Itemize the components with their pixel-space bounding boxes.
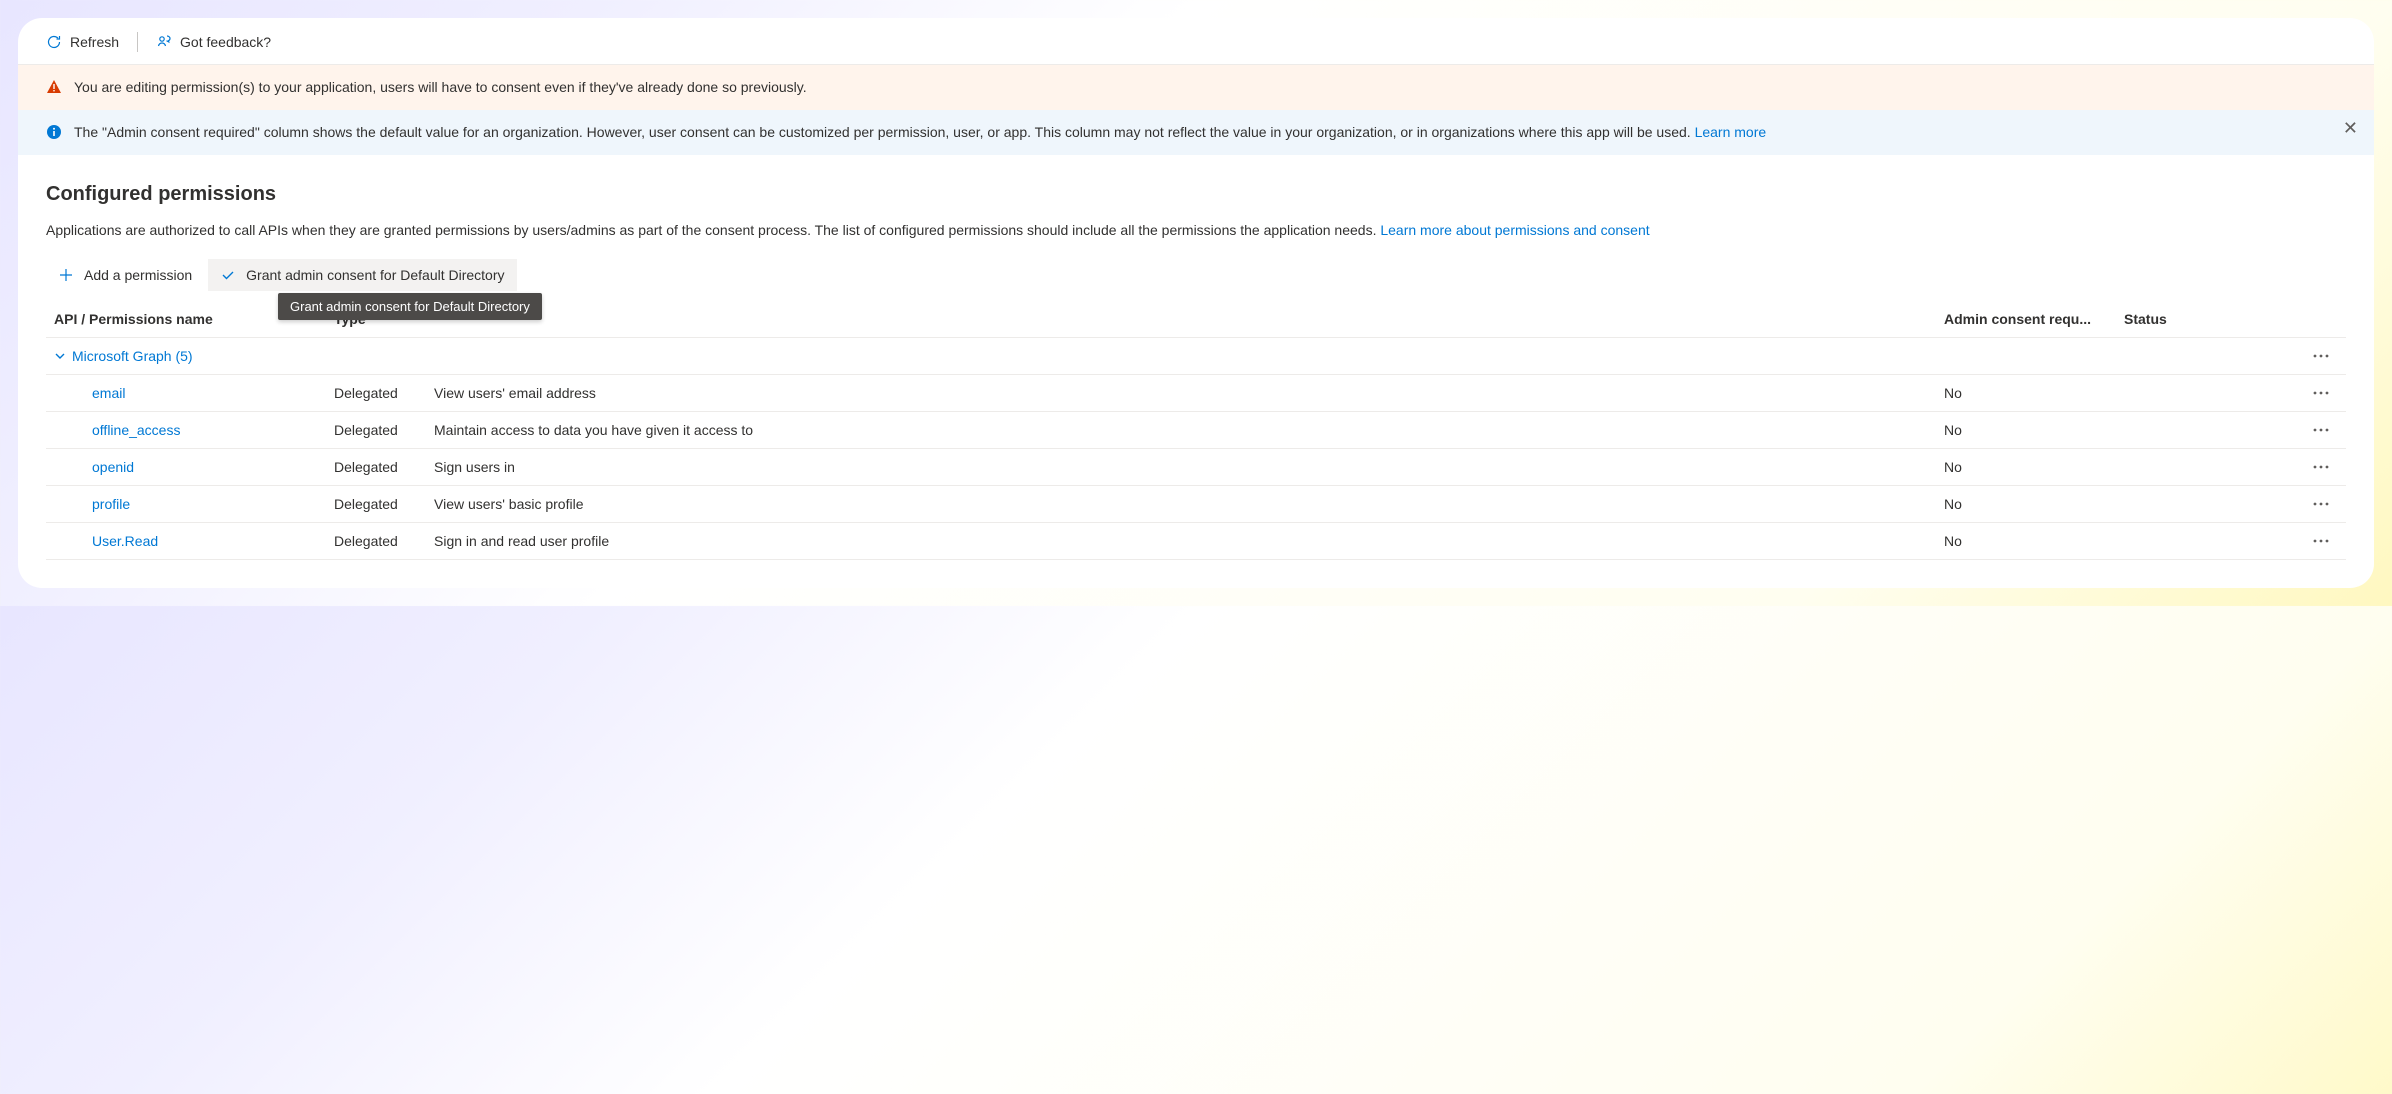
close-icon[interactable]: ✕: [2343, 118, 2358, 139]
info-icon: [46, 124, 62, 140]
refresh-label: Refresh: [70, 34, 119, 50]
permission-name-link[interactable]: profile: [54, 496, 130, 512]
row-more-button[interactable]: [2304, 459, 2338, 475]
permission-description: Sign users in: [426, 449, 1936, 486]
table-row: profile Delegated View users' basic prof…: [46, 486, 2346, 523]
permission-type: Delegated: [326, 449, 426, 486]
permission-admin-consent: No: [1936, 375, 2116, 412]
section-description: Applications are authorized to call APIs…: [46, 220, 2346, 241]
row-more-button[interactable]: [2304, 385, 2338, 401]
warning-banner: You are editing permission(s) to your ap…: [18, 65, 2374, 110]
table-row: openid Delegated Sign users in No: [46, 449, 2346, 486]
permission-name-link[interactable]: User.Read: [54, 533, 158, 549]
warning-text: You are editing permission(s) to your ap…: [74, 77, 2346, 98]
permission-name-link[interactable]: email: [54, 385, 125, 401]
grant-consent-tooltip: Grant admin consent for Default Director…: [278, 293, 542, 320]
api-group-toggle[interactable]: Microsoft Graph (5): [54, 348, 2288, 364]
permission-status: [2116, 375, 2296, 412]
permission-status: [2116, 449, 2296, 486]
permission-type: Delegated: [326, 486, 426, 523]
permission-name-link[interactable]: openid: [54, 459, 134, 475]
feedback-label: Got feedback?: [180, 34, 271, 50]
permission-admin-consent: No: [1936, 412, 2116, 449]
plus-icon: [58, 267, 74, 283]
permissions-panel: Refresh Got feedback? You are editing pe…: [18, 18, 2374, 588]
ellipsis-icon: [2311, 459, 2331, 475]
toolbar-divider: [137, 32, 138, 52]
table-row: offline_access Delegated Maintain access…: [46, 412, 2346, 449]
refresh-button[interactable]: Refresh: [46, 34, 119, 50]
table-row: User.Read Delegated Sign in and read use…: [46, 523, 2346, 560]
info-text-body: The "Admin consent required" column show…: [74, 124, 1695, 140]
row-more-button[interactable]: [2304, 533, 2338, 549]
action-row: Add a permission Grant admin consent for…: [46, 259, 2346, 291]
permission-type: Delegated: [326, 412, 426, 449]
permission-description: Maintain access to data you have given i…: [426, 412, 1936, 449]
info-learn-more-link[interactable]: Learn more: [1695, 124, 1767, 140]
api-group-row: Microsoft Graph (5): [46, 338, 2346, 375]
table-row: email Delegated View users' email addres…: [46, 375, 2346, 412]
permission-admin-consent: No: [1936, 523, 2116, 560]
permission-status: [2116, 486, 2296, 523]
toolbar: Refresh Got feedback?: [18, 18, 2374, 65]
permission-name-link[interactable]: offline_access: [54, 422, 180, 438]
col-header-description[interactable]: [426, 301, 1936, 338]
info-banner: The "Admin consent required" column show…: [18, 110, 2374, 155]
add-permission-button[interactable]: Add a permission: [46, 259, 204, 291]
chevron-down-icon: [54, 350, 66, 362]
feedback-button[interactable]: Got feedback?: [156, 34, 271, 50]
permission-status: [2116, 412, 2296, 449]
check-icon: [220, 267, 236, 283]
api-group-label: Microsoft Graph (5): [72, 348, 193, 364]
feedback-icon: [156, 34, 172, 50]
permission-status: [2116, 523, 2296, 560]
row-more-button[interactable]: [2304, 496, 2338, 512]
permission-description: Sign in and read user profile: [426, 523, 1936, 560]
info-text: The "Admin consent required" column show…: [74, 122, 2346, 143]
ellipsis-icon: [2311, 422, 2331, 438]
permission-type: Delegated: [326, 523, 426, 560]
ellipsis-icon: [2311, 348, 2331, 364]
refresh-icon: [46, 34, 62, 50]
permissions-learn-more-link[interactable]: Learn more about permissions and consent: [1380, 222, 1649, 238]
row-more-button[interactable]: [2304, 422, 2338, 438]
content-area: Configured permissions Applications are …: [18, 155, 2374, 588]
col-header-actions: [2296, 301, 2346, 338]
permissions-table: API / Permissions name Type Admin consen…: [46, 301, 2346, 560]
permission-admin-consent: No: [1936, 486, 2116, 523]
ellipsis-icon: [2311, 385, 2331, 401]
col-header-admin-consent[interactable]: Admin consent requ...: [1936, 301, 2116, 338]
section-desc-text: Applications are authorized to call APIs…: [46, 222, 1380, 238]
grant-consent-button[interactable]: Grant admin consent for Default Director…: [208, 259, 516, 291]
ellipsis-icon: [2311, 533, 2331, 549]
warning-icon: [46, 79, 62, 95]
permission-type: Delegated: [326, 375, 426, 412]
permission-admin-consent: No: [1936, 449, 2116, 486]
group-more-button[interactable]: [2304, 348, 2338, 364]
permission-description: View users' basic profile: [426, 486, 1936, 523]
ellipsis-icon: [2311, 496, 2331, 512]
permission-description: View users' email address: [426, 375, 1936, 412]
col-header-status[interactable]: Status: [2116, 301, 2296, 338]
add-permission-label: Add a permission: [84, 267, 192, 283]
grant-consent-label: Grant admin consent for Default Director…: [246, 267, 504, 283]
section-title: Configured permissions: [46, 183, 2346, 206]
